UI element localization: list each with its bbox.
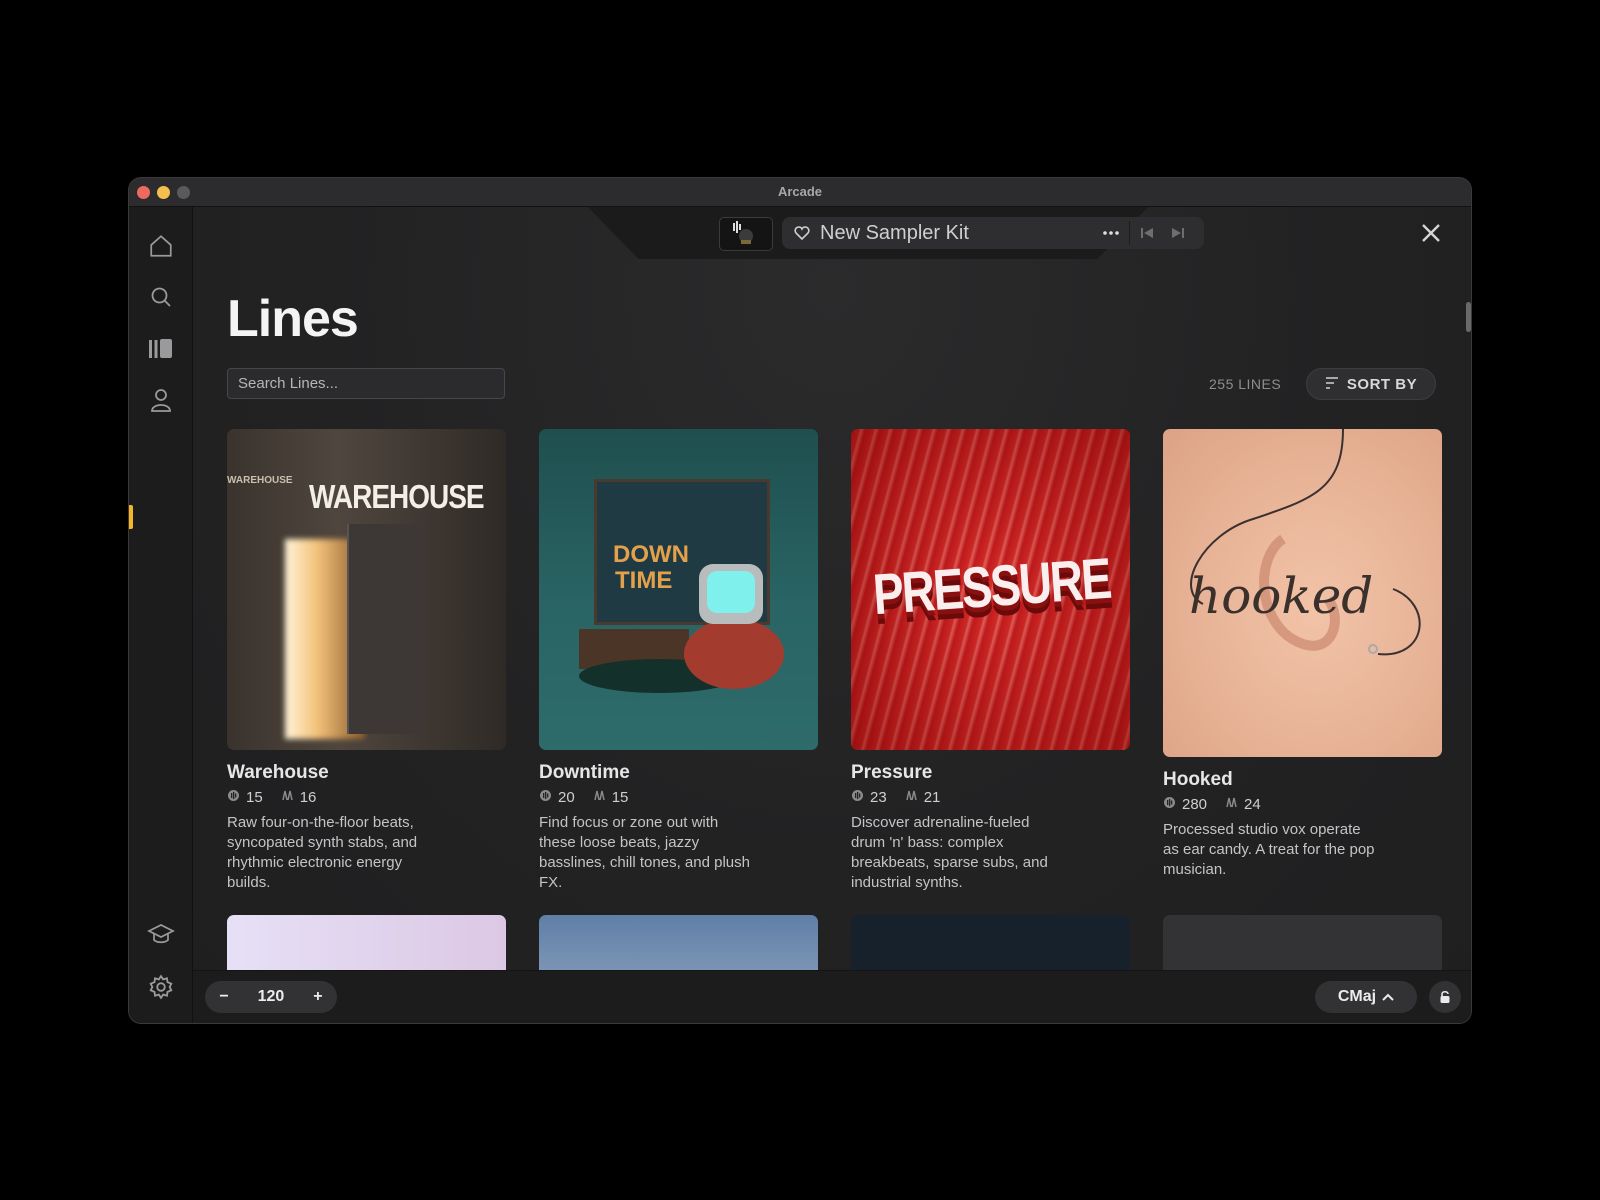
loops-icon [851, 789, 864, 806]
card-title[interactable]: Pressure [851, 762, 1130, 784]
card-description: Find focus or zone out with these loose … [539, 814, 750, 891]
card-stats: 280 24 [1163, 796, 1442, 813]
lock-icon[interactable] [1429, 981, 1461, 1013]
next-track-icon[interactable] [1170, 225, 1186, 246]
active-indicator [129, 505, 133, 529]
more-options-icon[interactable] [1102, 225, 1120, 246]
chevron-up-icon [1382, 988, 1394, 1006]
artwork-text: WAREHOUSE [309, 477, 485, 515]
card-artwork[interactable]: WAREHOUSE WAREHOUSE [227, 429, 506, 750]
line-card-artwork-partial[interactable] [851, 915, 1130, 975]
search-input[interactable] [227, 368, 505, 399]
card-stats: 23 21 [851, 789, 1130, 806]
card-stats: 15 16 [227, 789, 506, 806]
loops-count: 23 [870, 789, 887, 806]
key-selector[interactable]: CMaj [1315, 981, 1417, 1013]
close-icon[interactable] [1419, 221, 1443, 245]
search-icon[interactable] [146, 282, 176, 312]
loops-icon [1163, 796, 1176, 813]
loops-count: 15 [246, 789, 263, 806]
kit-thumbnail[interactable] [719, 217, 773, 251]
card-artwork[interactable]: hooked [1163, 429, 1442, 757]
tempo-control: − 120 + [205, 981, 337, 1013]
tempo-value[interactable]: 120 [258, 988, 285, 1006]
card-title[interactable]: Downtime [539, 762, 818, 784]
one-shots-icon [281, 789, 294, 806]
line-card-artwork-partial[interactable] [1163, 915, 1442, 975]
card-artwork[interactable]: PRESSURE [851, 429, 1130, 750]
card-description: Raw four-on-the-floor beats, syncopated … [227, 814, 418, 891]
one-shots-count: 15 [611, 789, 629, 806]
line-card-pressure[interactable]: PRESSURE Pressure 23 21 Discover adrenal… [851, 429, 1130, 893]
loops-count: 20 [558, 789, 575, 806]
title-bar: Arcade [129, 178, 1471, 207]
artwork-text: DOWN [613, 541, 689, 568]
one-shots-count: 16 [299, 789, 317, 806]
page-title: Lines [227, 290, 359, 348]
one-shots-count: 24 [1244, 796, 1261, 813]
key-value: CMaj [1337, 988, 1377, 1005]
one-shots-icon [593, 789, 606, 806]
tempo-decrease-button[interactable]: − [219, 988, 228, 1006]
sort-button[interactable]: SORT BY [1306, 368, 1436, 400]
one-shots-icon [905, 789, 918, 806]
line-card-warehouse[interactable]: WAREHOUSE WAREHOUSE Warehouse 15 16 Raw … [227, 429, 506, 893]
favorite-heart-icon[interactable] [794, 225, 810, 246]
card-stats: 20 15 [539, 789, 818, 806]
library-icon[interactable] [146, 334, 176, 364]
one-shots-icon [1225, 796, 1238, 813]
loops-icon [539, 789, 552, 806]
line-card-hooked[interactable]: hooked Hooked 280 24 Processed studio vo… [1163, 429, 1442, 880]
loops-icon [227, 789, 240, 806]
previous-track-icon[interactable] [1139, 225, 1155, 246]
one-shots-count: 21 [923, 789, 941, 806]
sidebar [129, 207, 193, 1023]
lines-count: 255 LINES [1209, 376, 1282, 392]
tempo-increase-button[interactable]: + [313, 988, 322, 1006]
home-icon[interactable] [146, 231, 176, 261]
window-title: Arcade [777, 184, 823, 199]
card-title[interactable]: Warehouse [227, 762, 506, 784]
card-description: Discover adrenaline-fueled drum 'n' bass… [851, 814, 1048, 891]
line-card-artwork-partial[interactable] [227, 915, 506, 975]
kit-name[interactable]: New Sampler Kit [820, 222, 969, 245]
loops-count: 280 [1182, 796, 1208, 813]
artwork-text-2: TIME [615, 567, 673, 594]
sort-label: SORT BY [1346, 375, 1418, 393]
bottom-bar: − 120 + CMaj [193, 970, 1471, 1023]
main-content: New Sampler Kit Lines 255 LINES SORT BY [193, 207, 1471, 1023]
card-artwork[interactable]: DOWN TIME [539, 429, 818, 750]
artwork-subtext: WAREHOUSE [227, 475, 293, 486]
card-title[interactable]: Hooked [1163, 769, 1442, 791]
divider [1129, 221, 1130, 245]
kit-bar: New Sampler Kit [782, 217, 1204, 249]
card-description: Processed studio vox operate as ear cand… [1163, 821, 1375, 878]
artwork-text: hooked [1189, 567, 1374, 625]
app-window: Arcade New Sampler Kit Lines Search Line… [129, 178, 1471, 1023]
line-card-downtime[interactable]: DOWN TIME Downtime 20 15 Find focus or z… [539, 429, 818, 893]
user-icon[interactable] [146, 385, 176, 415]
scrollbar[interactable] [1466, 302, 1471, 332]
gear-icon[interactable] [146, 972, 176, 1002]
sort-icon [1325, 376, 1339, 393]
line-card-artwork-partial[interactable] [539, 915, 818, 975]
graduation-cap-icon[interactable] [146, 919, 176, 949]
